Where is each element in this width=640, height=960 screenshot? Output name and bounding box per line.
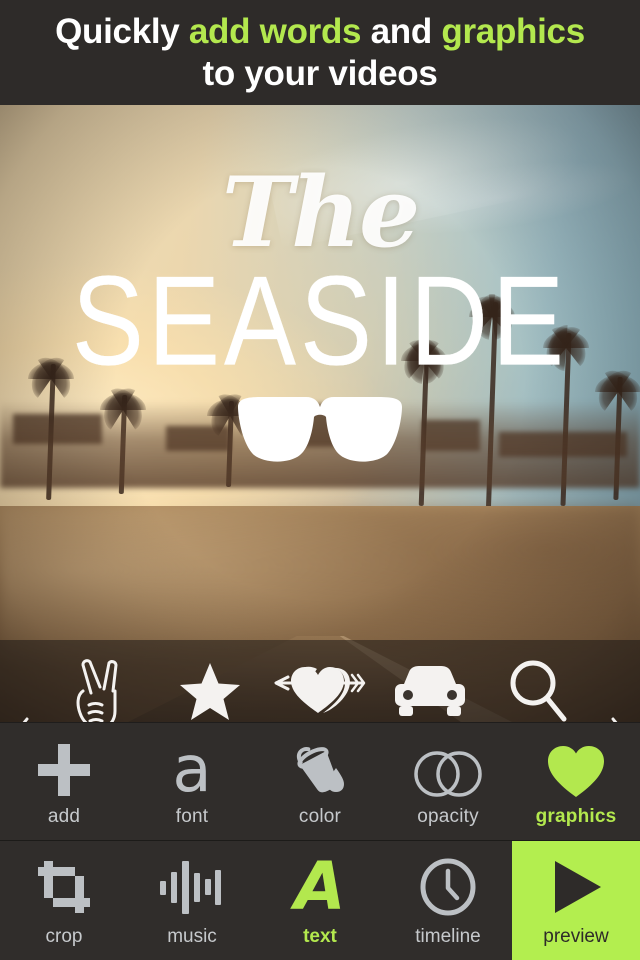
graphic-item-magnifier[interactable]	[489, 653, 589, 722]
main-toolbar-item-preview[interactable]: preview	[512, 841, 640, 960]
main-toolbar-item-text[interactable]: A text	[256, 841, 384, 960]
promo-banner: Quickly add words and graphics to your v…	[0, 0, 640, 105]
play-icon	[547, 858, 605, 916]
graphics-grid	[46, 650, 594, 722]
heart-icon	[546, 742, 606, 798]
graphic-item-car[interactable]	[380, 653, 480, 722]
graphic-item-star[interactable]	[160, 653, 260, 722]
graphics-picker	[0, 640, 640, 722]
plus-icon	[36, 742, 92, 798]
graphic-item-peace-hand[interactable]	[51, 653, 151, 722]
crop-icon	[36, 858, 92, 916]
toolbar-item-opacity[interactable]: opacity	[384, 723, 512, 840]
main-toolbar-item-crop[interactable]: crop	[0, 841, 128, 960]
app-root: Quickly add words and graphics to your v…	[0, 0, 640, 960]
letter-a-icon: a	[172, 732, 212, 807]
heart-arrow-icon	[270, 661, 370, 722]
toolbar-label-color: color	[298, 805, 342, 827]
peace-hand-icon	[71, 653, 131, 722]
chevron-left-icon[interactable]	[4, 708, 38, 722]
toolbar-item-font[interactable]: a font	[128, 723, 256, 840]
toolbar-item-graphics[interactable]: graphics	[512, 723, 640, 840]
main-toolbar-label-music: music	[167, 925, 217, 947]
main-toolbar-label-text: text	[303, 925, 337, 947]
chevron-right-icon[interactable]	[602, 708, 636, 722]
promo-line1-highlight-1: add words	[188, 11, 362, 51]
main-toolbar-label-timeline: timeline	[415, 925, 481, 947]
two-circles-icon	[413, 742, 483, 798]
text-edit-toolbar: add a font color opacity graphics	[0, 722, 640, 840]
clock-icon	[420, 858, 476, 916]
graphic-item-heart-arrow[interactable]	[270, 653, 370, 722]
main-toolbar-item-music[interactable]: music	[128, 841, 256, 960]
main-toolbar-label-preview: preview	[543, 925, 609, 947]
waveform-icon	[158, 858, 226, 916]
toolbar-item-color[interactable]: color	[256, 723, 384, 840]
text-a-icon: A	[294, 847, 346, 925]
magnifier-icon	[508, 659, 570, 722]
toolbar-item-add[interactable]: add	[0, 723, 128, 840]
promo-line1-mid: and	[361, 11, 442, 51]
toolbar-label-add: add	[47, 805, 81, 827]
photo-vignette	[0, 105, 640, 722]
promo-line1-highlight-2: graphics	[441, 11, 585, 51]
promo-text: Quickly add words and graphics to your v…	[55, 11, 585, 95]
main-toolbar-item-timeline[interactable]: timeline	[384, 841, 512, 960]
main-toolbar: crop music A text timeline preview	[0, 840, 640, 960]
toolbar-label-font: font	[175, 805, 209, 827]
toolbar-label-graphics: graphics	[535, 805, 617, 827]
main-toolbar-label-crop: crop	[45, 925, 83, 947]
promo-line2: to your videos	[202, 53, 438, 93]
video-preview-canvas[interactable]: The SEASIDE	[0, 105, 640, 722]
star-icon	[178, 661, 242, 722]
paint-bucket-icon	[292, 742, 348, 798]
toolbar-label-opacity: opacity	[417, 805, 479, 827]
car-icon	[393, 664, 467, 720]
promo-line1-pre: Quickly	[55, 11, 189, 51]
